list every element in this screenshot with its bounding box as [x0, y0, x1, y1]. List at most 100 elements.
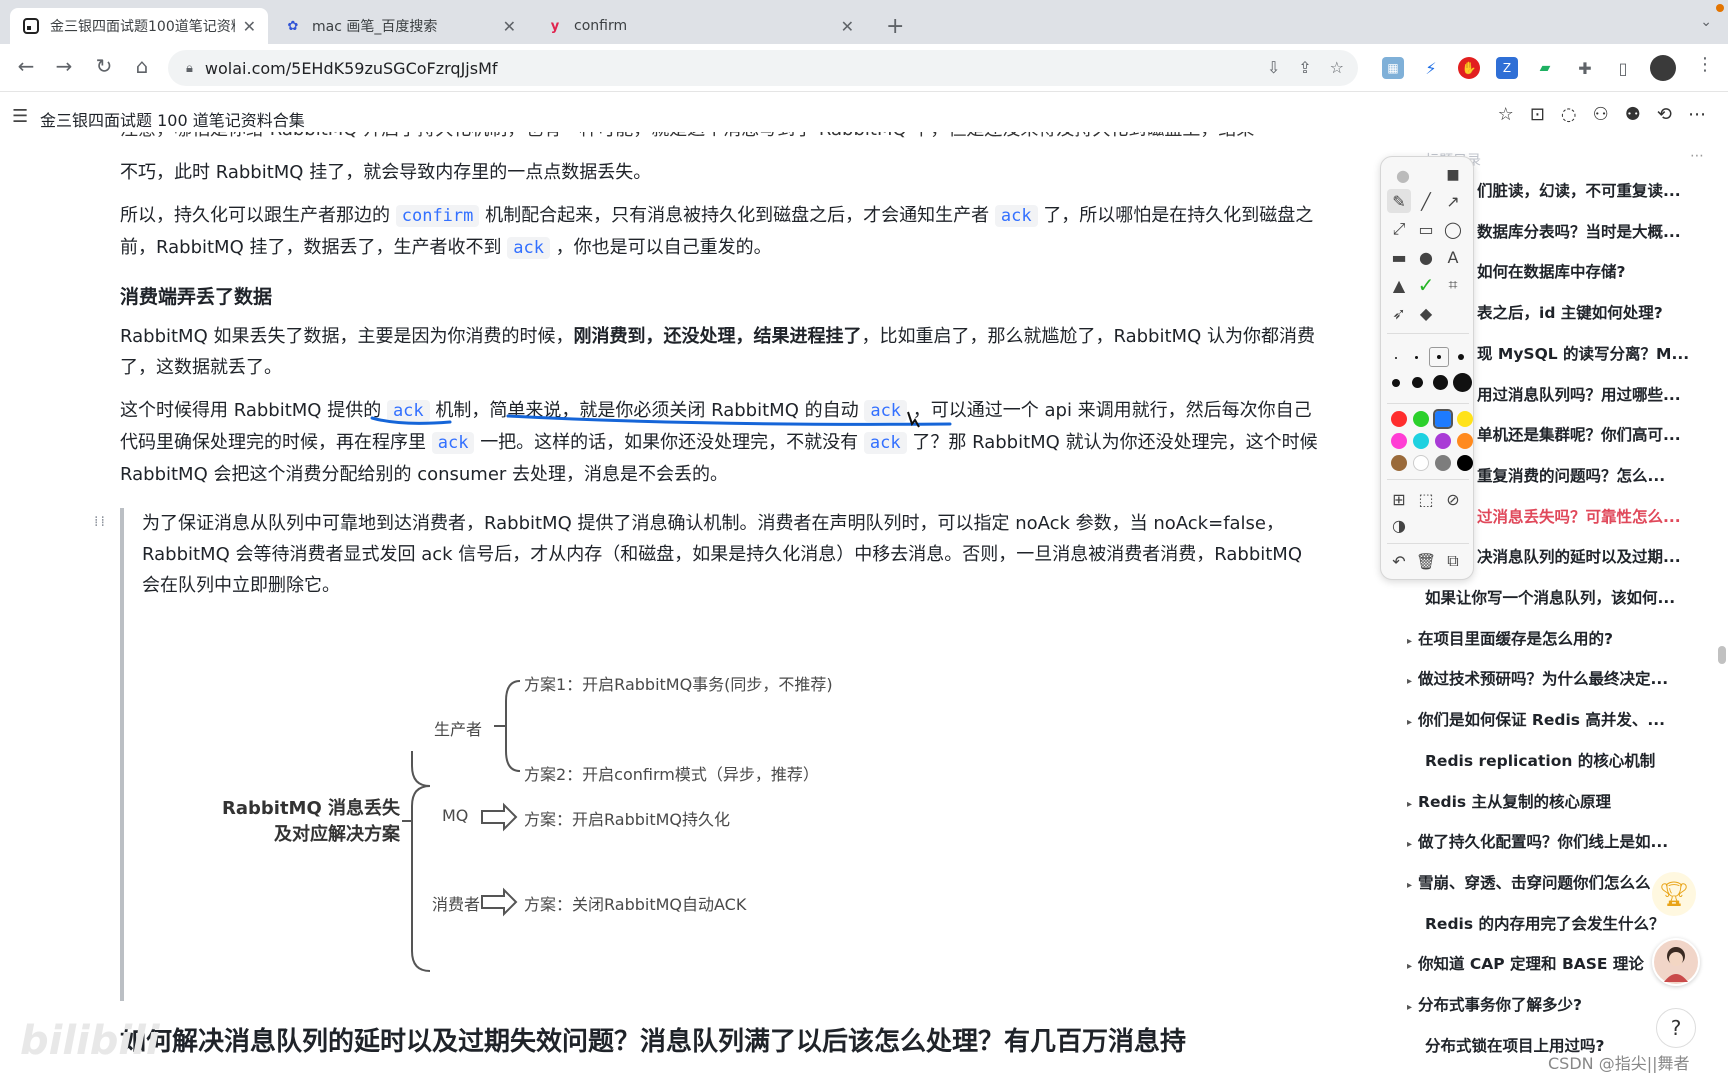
color-swatch[interactable] [1413, 455, 1429, 471]
color-swatch[interactable] [1435, 455, 1451, 471]
arrow-icon[interactable]: ↗ [1441, 189, 1465, 213]
more-icon[interactable]: ⋯ [1688, 104, 1706, 125]
close-tab-icon[interactable]: ✕ [503, 17, 516, 36]
undo-icon[interactable]: ↶ [1387, 549, 1411, 573]
profile-avatar[interactable] [1650, 55, 1676, 81]
expand-arrow-icon[interactable]: ▸ [1407, 961, 1412, 972]
size-8-icon[interactable] [1453, 373, 1472, 392]
color-swatch[interactable] [1413, 411, 1429, 427]
toc-item[interactable]: 重复消费的问题吗？怎么... [1477, 464, 1728, 486]
extension-map-icon[interactable]: ▦ [1382, 57, 1404, 79]
share-icon[interactable]: ⇪ [1298, 58, 1311, 77]
toc-item[interactable]: ▸ Redis 主从复制的核心原理 [1407, 790, 1707, 812]
expand-arrow-icon[interactable]: ▸ [1407, 839, 1412, 850]
size-5-icon[interactable] [1392, 379, 1400, 387]
size-6-icon[interactable] [1412, 377, 1423, 388]
comment-add-icon[interactable]: ⊡ [1530, 104, 1545, 125]
extension-adblock-icon[interactable]: ✋ [1458, 57, 1480, 79]
comments-icon[interactable]: ◌ [1561, 104, 1577, 125]
close-tab-icon[interactable]: ✕ [243, 17, 256, 36]
color-swatch[interactable] [1435, 433, 1451, 449]
size-3-icon[interactable] [1437, 355, 1441, 359]
toc-item[interactable]: 用过消息队列吗？用过哪些... [1477, 383, 1728, 405]
toc-item[interactable]: ▸ 做过技术预研吗？为什么最终决定... [1407, 667, 1707, 689]
circle-icon[interactable]: ◯ [1441, 217, 1465, 241]
toc-item[interactable]: 数据库分表吗？当时是大概... [1477, 220, 1728, 242]
size-1-icon[interactable] [1395, 357, 1397, 359]
trophy-icon[interactable]: 🏆︎ [1652, 872, 1696, 916]
size-7-icon[interactable] [1433, 375, 1448, 390]
toc-item[interactable]: 们脏读，幻读，不可重复读... [1477, 179, 1728, 201]
toc-item[interactable]: ▸ 分布式事务你了解多少? [1407, 993, 1707, 1015]
extensions-puzzle-icon[interactable]: ✚ [1574, 57, 1596, 79]
expand-arrow-icon[interactable]: ▸ [1407, 880, 1412, 891]
eraser-icon[interactable]: ◆ [1414, 301, 1438, 325]
toc-item[interactable]: 现 MySQL 的读写分离？M... [1477, 342, 1728, 364]
help-button[interactable]: ? [1656, 1008, 1696, 1048]
back-icon[interactable]: ← [12, 54, 40, 78]
tab-confirm[interactable]: y confirm ✕ [534, 8, 866, 44]
toc-item[interactable]: ▸ 你们是如何保证 Redis 高并发、... [1407, 708, 1707, 730]
chrome-menu-icon[interactable]: ⋮ [1696, 54, 1714, 75]
add-member-icon[interactable]: ⚉ [1625, 104, 1641, 125]
expand-arrow-icon[interactable]: ▸ [1407, 799, 1412, 810]
drag-handle-icon[interactable]: ⁞⁞ [94, 514, 107, 530]
palette-collapse-icon[interactable]: ■ [1441, 163, 1465, 187]
toc-item[interactable]: 如果让你写一个消息队列，该如何... [1425, 586, 1725, 608]
color-swatch[interactable] [1391, 433, 1407, 449]
crop-icon[interactable]: ⌗ [1441, 273, 1465, 297]
reload-icon[interactable]: ↻ [90, 54, 118, 78]
filled-circle-icon[interactable]: ● [1414, 245, 1438, 269]
tab-search-icon[interactable]: ⌄ [1700, 14, 1712, 30]
toc-item[interactable]: Redis replication 的核心机制 [1425, 749, 1725, 771]
extension-z-icon[interactable]: Z [1496, 57, 1518, 79]
side-panel-icon[interactable]: ▯ [1612, 57, 1634, 79]
toc-item[interactable]: ▸ 做了持久化配置吗？你们线上是如... [1407, 830, 1707, 852]
expand-arrow-icon[interactable]: ▸ [1407, 636, 1412, 647]
size-2-icon[interactable] [1415, 356, 1418, 359]
contrast-icon[interactable]: ◑ [1387, 513, 1411, 537]
extension-green-icon[interactable]: ▰ [1534, 57, 1556, 79]
disable-icon[interactable]: ⊘ [1441, 487, 1465, 511]
toc-item[interactable]: 单机还是集群呢？你们高可... [1477, 423, 1728, 445]
text-icon[interactable]: A [1441, 245, 1465, 269]
close-tab-icon[interactable]: ✕ [841, 17, 854, 36]
color-swatch[interactable] [1457, 455, 1473, 471]
highlighter-icon[interactable]: ⤢ [1387, 217, 1411, 241]
color-swatch[interactable] [1391, 455, 1407, 471]
color-swatch[interactable] [1457, 411, 1473, 427]
size-4-icon[interactable] [1458, 354, 1464, 360]
pen-icon[interactable]: ✎ [1387, 189, 1411, 213]
screenshot-icon[interactable]: ⧉ [1441, 549, 1465, 573]
toc-item[interactable]: 过消息丢失吗？可靠性怎么... [1477, 505, 1728, 527]
pointer-icon[interactable]: ➶ [1387, 301, 1411, 325]
forward-icon[interactable]: → [50, 54, 78, 78]
bookmark-star-icon[interactable]: ☆ [1330, 58, 1344, 77]
favorite-star-icon[interactable]: ☆ [1498, 104, 1514, 125]
check-icon[interactable]: ✓ [1414, 273, 1438, 297]
toc-item[interactable]: 表之后，id 主键如何处理? [1477, 301, 1728, 323]
color-swatch[interactable] [1413, 433, 1429, 449]
new-tab-button[interactable]: + [886, 14, 904, 39]
install-icon[interactable]: ⇩ [1267, 58, 1280, 77]
grid-icon[interactable]: ⊞ [1387, 487, 1411, 511]
home-icon[interactable]: ⌂ [128, 54, 156, 78]
tab-baidu[interactable]: ✿ mac 画笔_百度搜索 ✕ [272, 8, 528, 44]
trash-icon[interactable]: 🗑︎ [1414, 549, 1438, 573]
triangle-icon[interactable]: ▲ [1387, 273, 1411, 297]
address-bar[interactable]: 🔒︎ wolai.com/5EHdK59zuSGCoFzrqJjsMf ⇩ ⇪ … [168, 50, 1358, 86]
menu-icon[interactable]: ☰ [12, 106, 28, 127]
expand-arrow-icon[interactable]: ▸ [1407, 676, 1412, 687]
assistant-avatar[interactable] [1652, 938, 1700, 986]
toc-more-icon[interactable]: ⋯ [1690, 148, 1704, 164]
color-swatch[interactable] [1457, 433, 1473, 449]
extension-bolt-icon[interactable]: ⚡ [1420, 57, 1442, 79]
select-area-icon[interactable]: ⬚ [1414, 487, 1438, 511]
rectangle-icon[interactable]: ▭ [1414, 217, 1438, 241]
filled-rect-icon[interactable]: ▬ [1387, 245, 1411, 269]
toc-item[interactable]: ▸ 在项目里面缓存是怎么用的? [1407, 627, 1707, 649]
palette-close-icon[interactable]: ● [1391, 163, 1415, 187]
color-swatch[interactable] [1433, 409, 1453, 429]
scrollbar-thumb[interactable] [1718, 646, 1726, 664]
history-icon[interactable]: ⟲ [1657, 104, 1672, 125]
